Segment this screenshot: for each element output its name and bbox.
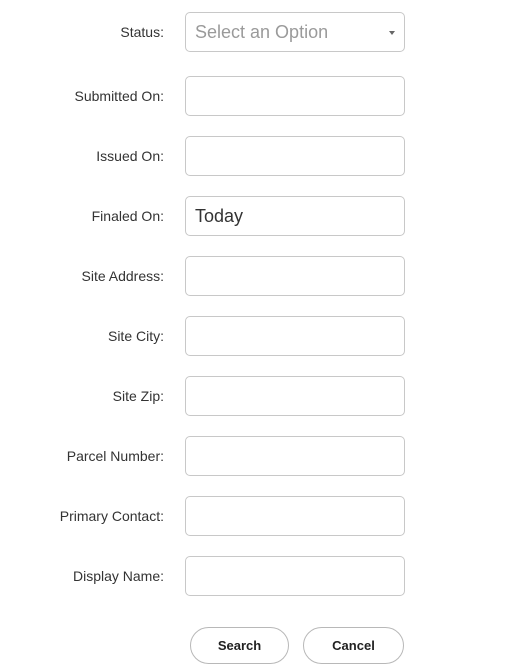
issued-on-row: Issued On:: [0, 136, 517, 176]
finaled-on-label: Finaled On:: [91, 208, 164, 224]
cancel-button[interactable]: Cancel: [303, 627, 404, 664]
primary-contact-input[interactable]: [185, 496, 405, 536]
button-row: Search Cancel: [0, 627, 517, 667]
parcel-number-row: Parcel Number:: [0, 436, 517, 476]
issued-on-input[interactable]: [185, 136, 405, 176]
primary-contact-label: Primary Contact:: [59, 508, 164, 524]
status-label: Status:: [120, 24, 164, 40]
chevron-down-icon: [389, 31, 395, 35]
status-select[interactable]: Select an Option: [185, 12, 405, 52]
search-button[interactable]: Search: [190, 627, 289, 664]
finaled-on-input[interactable]: [185, 196, 405, 236]
site-address-label: Site Address:: [81, 268, 165, 284]
finaled-on-row: Finaled On:: [0, 196, 517, 236]
status-row: Status: Select an Option: [0, 12, 517, 52]
site-city-label: Site City:: [107, 328, 164, 344]
site-address-row: Site Address:: [0, 256, 517, 296]
submitted-on-row: Submitted On:: [0, 76, 517, 116]
display-name-label: Display Name:: [72, 568, 164, 584]
display-name-row: Display Name:: [0, 556, 517, 596]
status-select-value: Select an Option: [195, 22, 329, 42]
site-city-input[interactable]: [185, 316, 405, 356]
parcel-number-input[interactable]: [185, 436, 405, 476]
parcel-number-label: Parcel Number:: [66, 448, 164, 464]
submitted-on-label: Submitted On:: [74, 88, 165, 104]
site-address-input[interactable]: [185, 256, 405, 296]
primary-contact-row: Primary Contact:: [0, 496, 517, 536]
issued-on-label: Issued On:: [96, 148, 164, 164]
site-zip-input[interactable]: [185, 376, 405, 416]
site-zip-row: Site Zip:: [0, 376, 517, 416]
site-zip-label: Site Zip:: [112, 388, 164, 404]
site-city-row: Site City:: [0, 316, 517, 356]
search-form: Status: Select an Option Submitted On: I…: [0, 0, 517, 669]
display-name-input[interactable]: [185, 556, 405, 596]
submitted-on-input[interactable]: [185, 76, 405, 116]
